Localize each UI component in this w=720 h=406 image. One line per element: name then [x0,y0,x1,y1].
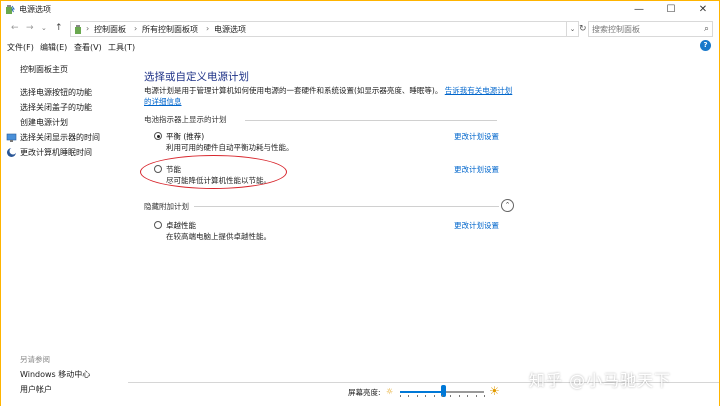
slider-tick [425,395,427,397]
refresh-icon[interactable]: ↻ [579,21,587,37]
annotation-ellipse [140,155,287,189]
section-shown-plans: 电池指示器上显示的计划 [144,115,227,124]
brightness-low-icon: ☼ [386,387,394,396]
sidebar-item-home[interactable]: 控制面板主页 [20,64,68,75]
forward-arrow-icon[interactable]: → [26,23,34,33]
back-arrow-icon[interactable]: ← [11,23,19,33]
menu-view[interactable]: 查看(V) [74,42,102,53]
section-hidden-plans: 隐藏附加计划 [144,202,189,211]
slider-tick [467,395,469,397]
power-options-window: 电源选项 — ☐ ✕ ← → ⌄ ↑ › 控制面板 › 所有控制面板项 › 电源… [0,0,720,406]
expand-hidden-plans-icon[interactable]: ⌃ [501,199,514,212]
change-plan-settings-power-saver[interactable]: 更改计划设置 [454,164,499,175]
slider-tick [442,395,443,397]
description-text: 电源计划是用于管理计算机如何使用电源的一套硬件和系统设置(如显示器亮度、睡眠等)… [144,86,443,95]
plan-description: 在较高端电脑上提供卓越性能。 [166,232,271,241]
close-button[interactable]: ✕ [687,1,719,19]
minimize-button[interactable]: — [623,1,655,19]
see-also-label: 另请参阅 [20,355,50,364]
section-divider [194,206,499,207]
search-input[interactable]: 搜索控制面板 ⌕ [588,21,713,37]
breadcrumb-all-items[interactable]: 所有控制面板项 [142,24,198,35]
plan-description: 利用可用的硬件自动平衡功耗与性能。 [166,143,294,152]
maximize-button[interactable]: ☐ [655,1,687,19]
menu-edit[interactable]: 编辑(E) [40,42,67,53]
slider-tick [433,395,435,397]
window-title: 电源选项 [19,5,51,14]
menu-file[interactable]: 文件(F) [7,42,34,53]
page-title: 选择或自定义电源计划 [144,71,249,83]
recent-locations-icon[interactable]: ⌄ [41,24,47,32]
change-plan-settings-balanced[interactable]: 更改计划设置 [454,131,499,142]
breadcrumb-separator: › [206,24,210,33]
slider-tick [458,395,460,397]
power-options-icon [6,5,15,14]
search-placeholder: 搜索控制面板 [592,25,640,34]
address-dropdown-icon[interactable]: ⌄ [567,21,579,37]
section-divider [245,120,497,121]
monitor-icon [6,133,17,142]
slider-tick [400,395,401,397]
brightness-high-icon: ☀ [489,384,500,398]
breadcrumb-separator: › [134,24,138,33]
control-panel-icon [75,25,81,34]
plan-name: 卓越性能 [166,221,196,230]
search-icon: ⌕ [703,24,709,34]
address-field[interactable]: › 控制面板 › 所有控制面板项 › 电源选项 [70,21,567,37]
menu-bar: 文件(F) 编辑(E) 查看(V) 工具(T) ? [1,39,719,54]
sidebar-item-create-plan[interactable]: 创建电源计划 [20,117,68,128]
plan-balanced-radio[interactable] [154,132,162,140]
page-description: 电源计划是用于管理计算机如何使用电源的一套硬件和系统设置(如显示器亮度、睡眠等)… [144,85,514,107]
sidebar-item-display-off[interactable]: 选择关闭显示器的时间 [20,132,100,143]
change-plan-settings-ultimate[interactable]: 更改计划设置 [454,220,499,231]
slider-tick [416,395,418,397]
plan-ultimate-radio[interactable] [154,221,162,229]
up-arrow-icon[interactable]: ↑ [55,23,63,33]
sidebar-item-mobility-center[interactable]: Windows 移动中心 [20,369,90,380]
plan-name: 平衡 (推荐) [166,132,205,141]
sidebar: 控制面板主页 选择电源按钮的功能 选择关闭盖子的功能 创建电源计划 选择关闭显示… [1,54,128,406]
address-bar: ← → ⌄ ↑ › 控制面板 › 所有控制面板项 › 电源选项 ⌄ ↻ 搜索控制… [1,19,719,39]
brightness-slider-fill [400,391,444,393]
help-icon[interactable]: ? [700,40,711,51]
brightness-label: 屏幕亮度: [348,388,381,397]
slider-tick [475,395,477,397]
sidebar-item-sleep-time[interactable]: 更改计算机睡眠时间 [20,147,92,158]
main-content: 选择或自定义电源计划 电源计划是用于管理计算机如何使用电源的一套硬件和系统设置(… [128,54,719,382]
slider-tick [408,395,410,397]
moon-icon [7,147,17,157]
sidebar-item-power-button[interactable]: 选择电源按钮的功能 [20,87,92,98]
watermark: 知乎 @小马驰天下 [529,371,672,390]
breadcrumb-control-panel[interactable]: 控制面板 [94,24,126,35]
sidebar-item-close-lid[interactable]: 选择关闭盖子的功能 [20,102,92,113]
title-bar: 电源选项 — ☐ ✕ [1,1,719,19]
breadcrumb-separator: › [86,24,90,33]
menu-tools[interactable]: 工具(T) [108,42,135,53]
sidebar-item-user-accounts[interactable]: 用户帐户 [20,384,52,395]
breadcrumb-power-options[interactable]: 电源选项 [214,24,246,35]
slider-tick [484,395,485,397]
slider-tick [450,395,452,397]
